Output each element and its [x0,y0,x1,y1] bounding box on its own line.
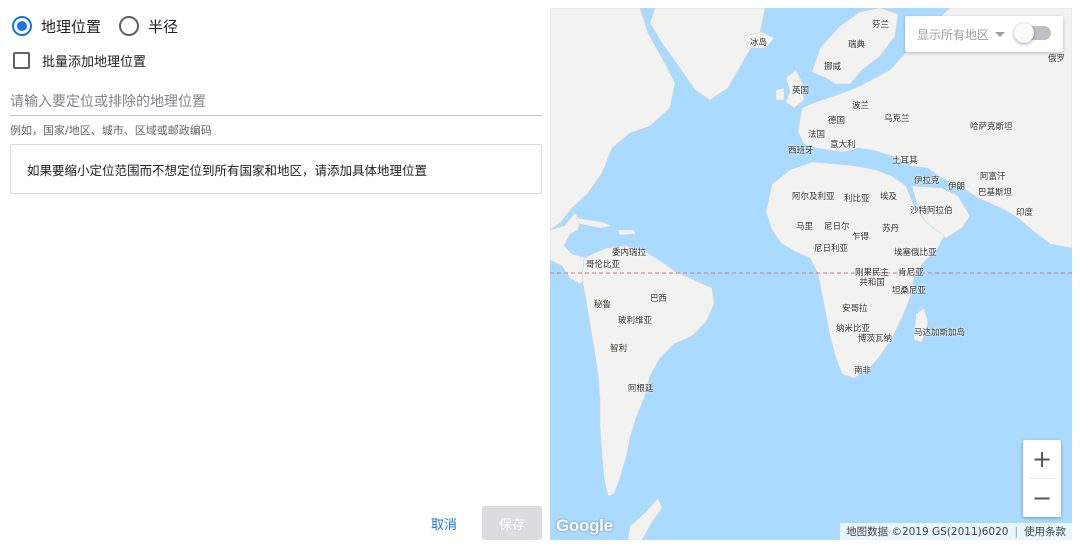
map-label-iceland: 冰岛 [750,38,768,48]
map-label-iraq: 伊拉克 [914,176,940,186]
map-label-bolivia: 玻利维亚 [618,316,653,326]
map-label-egypt: 埃及 [880,192,898,202]
map-label-pakistan: 巴基斯坦 [978,188,1013,198]
show-all-regions-toggle[interactable] [1014,23,1051,43]
map-label-russia: 俄罗 [1048,54,1066,64]
map-label-brazil: 巴西 [650,294,668,304]
map-attribution: 地图数据 ©2019 GS(2011)6020 | 使用条款 [840,523,1072,540]
map-label-kazakhstan: 哈萨克斯坦 [970,122,1013,132]
land-hispaniola [617,229,637,236]
map-label-saudi: 沙特阿拉伯 [910,206,953,216]
map-label-ukraine: 乌克兰 [884,114,910,124]
google-logo: Google [556,516,613,535]
map-label-india: 印度 [1016,208,1034,218]
map-label-kenya: 肯尼亚 [898,268,924,278]
save-button[interactable]: 保存 [482,506,542,540]
cancel-button[interactable]: 取消 [418,506,470,540]
map-label-sweden: 瑞典 [848,40,866,50]
right-edge-strip [1072,0,1080,547]
toggle-knob[interactable] [1014,23,1034,43]
location-search-input[interactable] [10,88,542,116]
zoom-in-button[interactable]: + [1023,440,1061,478]
map-label-angola: 安哥拉 [842,304,868,314]
map-label-italy: 意大利 [830,140,856,150]
map-label-norway: 挪威 [824,62,842,72]
radio-label-location: 地理位置 [41,17,102,36]
map-label-chile: 智利 [610,344,628,354]
map-label-france: 法国 [808,130,826,140]
map-label-venezuela: 委内瑞拉 [612,248,647,258]
map-geography [550,8,1072,540]
map-label-madagascar: 马达加斯加岛 [914,328,966,338]
world-map[interactable]: 芬兰 瑞典 挪威 冰岛 俄罗 英国 德国 波兰 乌克兰 哈萨克斯坦 法国 西班牙… [550,8,1072,540]
location-panel: 地理位置 半径 批量添加地理位置 例如，国家/地区、城市、区域或邮政编码 如果要… [0,0,550,547]
map-label-niger: 尼日尔 [824,222,850,232]
map-label-uk: 英国 [792,86,810,96]
map-label-iran: 伊朗 [948,182,966,192]
land-north-america [550,8,676,231]
map-label-tanzania: 坦桑尼亚 [892,286,927,296]
bulk-add-label: 批量添加地理位置 [42,55,147,70]
radio-label-radius: 半径 [148,17,179,36]
radio-option-location[interactable]: 地理位置 [12,16,101,37]
map-label-germany: 德国 [828,116,846,126]
land-south-america [581,245,715,497]
map-label-mali: 马里 [796,222,814,232]
land-antarctic-peninsula [627,497,663,540]
show-all-regions-label: 显示所有地区 [917,27,990,42]
zoom-out-button[interactable]: − [1023,479,1061,517]
search-hint: 例如，国家/地区、城市、区域或邮政编码 [10,124,212,137]
show-all-regions-control: 显示所有地区 [905,16,1063,52]
map-label-drc: 刚果民主共和国 [854,268,889,288]
map-label-chad: 乍得 [852,232,870,242]
map-label-spain: 西班牙 [788,146,814,156]
bulk-add-checkbox-row[interactable]: 批量添加地理位置 [13,51,146,70]
map-label-libya: 利比亚 [844,194,870,204]
map-label-botswana: 博茨瓦纳 [858,334,893,344]
info-message-box: 如果要缩小定位范围而不想定位到所有国家和地区，请添加具体地理位置 [10,144,542,194]
map-label-finland: 芬兰 [872,20,890,30]
map-data-credit: 地图数据 ©2019 GS(2011)6020 [846,526,1009,538]
land-caribbean [575,217,614,229]
map-label-colombia: 哥伦比亚 [586,260,621,270]
radio-unselected-icon[interactable] [119,16,140,36]
radio-selected-icon[interactable] [12,16,32,36]
zoom-controls: + − [1023,440,1061,517]
map-label-nigeria: 尼日利亚 [814,244,849,254]
info-message-text: 如果要缩小定位范围而不想定位到所有国家和地区，请添加具体地理位置 [27,162,428,178]
location-mode-group: 地理位置 半径 [12,14,196,38]
checkbox-unchecked-icon[interactable] [13,52,30,69]
land-ireland [775,87,785,101]
map-label-argentina: 阿根廷 [628,384,654,394]
map-label-south-africa: 南非 [854,366,872,376]
terms-link[interactable]: 使用条款 [1024,524,1066,539]
caret-down-icon[interactable] [995,31,1006,37]
map-label-algeria: 阿尔及利亚 [792,192,835,202]
attribution-separator: | [1014,525,1018,538]
map-label-sudan: 苏丹 [882,224,900,234]
map-label-turkey: 土耳其 [892,156,918,166]
map-label-afghanistan: 阿富汗 [980,172,1006,182]
map-label-peru: 秘鲁 [594,300,612,310]
map-label-poland: 波兰 [852,101,870,111]
radio-option-radius[interactable]: 半径 [119,16,178,37]
map-label-ethiopia: 埃塞俄比亚 [894,248,937,258]
